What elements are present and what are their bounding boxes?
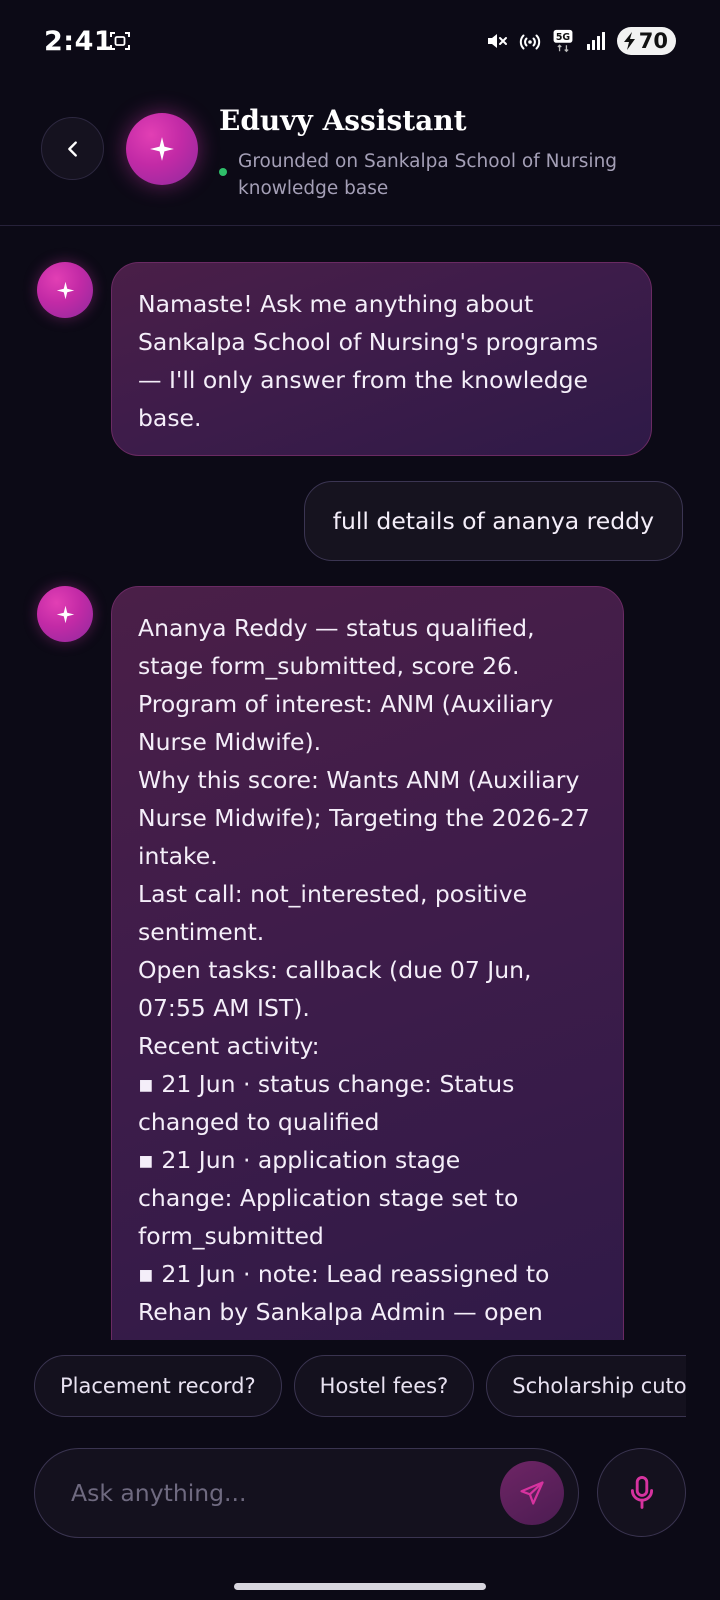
assistant-message: Namaste! Ask me anything about Sankalpa … bbox=[111, 262, 652, 456]
message-line: Namaste! Ask me anything about bbox=[138, 290, 534, 318]
status-time: 2:41 bbox=[44, 26, 114, 57]
suggestion-chips: Placement record? Hostel fees? Scholarship… bbox=[34, 1355, 686, 1417]
assistant-avatar-small bbox=[37, 586, 93, 642]
send-button[interactable] bbox=[500, 1461, 564, 1525]
message-text: full details of ananya reddy bbox=[332, 507, 654, 535]
status-icons: 5G 70 bbox=[485, 24, 676, 58]
message-line: Rehan by Sankalpa Admin — open bbox=[138, 1298, 543, 1326]
charging-bolt-icon bbox=[623, 32, 635, 50]
message-line: Last call: not_interested, positive bbox=[138, 880, 528, 908]
signal-icon bbox=[586, 32, 605, 50]
hotspot-icon bbox=[519, 34, 540, 50]
chat-header: Eduvy Assistant Grounded on Sankalpa Sch… bbox=[0, 96, 720, 226]
message-line: — I'll only answer from the knowledge bbox=[138, 366, 588, 394]
message-line: 07:55 AM IST). bbox=[138, 994, 310, 1022]
mic-button[interactable] bbox=[597, 1448, 686, 1537]
message-line: Program of interest: ANM (Auxiliary bbox=[138, 690, 554, 718]
message-line: sentiment. bbox=[138, 918, 265, 946]
message-line: ▪ 21 Jun · application stage bbox=[138, 1146, 461, 1174]
sparkle-icon bbox=[150, 137, 174, 161]
message-line: intake. bbox=[138, 842, 218, 870]
message-line: tasks moved along bbox=[138, 1331, 597, 1340]
assistant-avatar bbox=[126, 113, 198, 185]
5g-icon: 5G bbox=[553, 29, 573, 53]
screenshot-icon bbox=[110, 32, 130, 50]
suggestion-chip[interactable]: Placement record? bbox=[34, 1355, 282, 1417]
message-line: ▪ 21 Jun · status change: Status bbox=[138, 1070, 515, 1098]
suggestion-chip[interactable]: Scholarship cutoff? bbox=[486, 1355, 686, 1417]
battery-icon: 70 bbox=[616, 27, 676, 55]
sparkle-icon bbox=[56, 281, 74, 299]
message-line: stage form_submitted, score 26. bbox=[138, 652, 520, 680]
message-line: Nurse Midwife); Targeting the 2026-27 bbox=[138, 804, 590, 832]
microphone-icon bbox=[630, 1475, 653, 1509]
assistant-message: Ananya Reddy — status qualified, stage f… bbox=[111, 586, 624, 1340]
user-message: full details of ananya reddy bbox=[303, 481, 683, 561]
online-status-dot bbox=[219, 168, 227, 176]
assistant-subtitle: Grounded on Sankalpa School of Nursing k… bbox=[238, 148, 658, 202]
message-line: ▪ 21 Jun · note: Lead reassigned to bbox=[138, 1260, 550, 1288]
suggestion-chip[interactable]: Hostel fees? bbox=[293, 1355, 475, 1417]
message-line: Open tasks: callback (due 07 Jun, bbox=[138, 956, 532, 984]
back-button[interactable] bbox=[41, 117, 104, 180]
message-line: base. bbox=[138, 404, 202, 432]
assistant-avatar-small bbox=[37, 262, 93, 318]
message-line: Why this score: Wants ANM (Auxiliary bbox=[138, 766, 580, 794]
subtitle-line: Grounded on Sankalpa School of Nursing bbox=[238, 151, 618, 172]
mute-icon bbox=[487, 34, 507, 48]
message-line: change: Application stage set to bbox=[138, 1184, 519, 1212]
message-line: Recent activity: bbox=[138, 1032, 320, 1060]
assistant-title: Eduvy Assistant bbox=[219, 104, 467, 137]
battery-level: 70 bbox=[638, 29, 668, 53]
composer bbox=[34, 1448, 579, 1538]
chevron-left-icon bbox=[67, 140, 77, 157]
message-input[interactable] bbox=[71, 1471, 471, 1515]
svg-text:5G: 5G bbox=[556, 32, 571, 43]
message-line: Ananya Reddy — status qualified, bbox=[138, 614, 535, 642]
message-list[interactable]: Namaste! Ask me anything about Sankalpa … bbox=[0, 228, 720, 1340]
message-line: changed to qualified bbox=[138, 1108, 380, 1136]
status-bar: 2:41 5G 70 bbox=[0, 0, 720, 84]
subtitle-line: knowledge base bbox=[238, 178, 389, 199]
chat-screen: 2:41 5G 70 Eduvy Assistant Grounded on S… bbox=[0, 0, 720, 1600]
message-line: Sankalpa School of Nursing's programs bbox=[138, 328, 599, 356]
sparkle-icon bbox=[56, 605, 74, 623]
message-line: Nurse Midwife). bbox=[138, 728, 322, 756]
message-line: form_submitted bbox=[138, 1222, 324, 1250]
home-indicator[interactable] bbox=[234, 1583, 486, 1590]
send-icon bbox=[520, 1481, 544, 1505]
